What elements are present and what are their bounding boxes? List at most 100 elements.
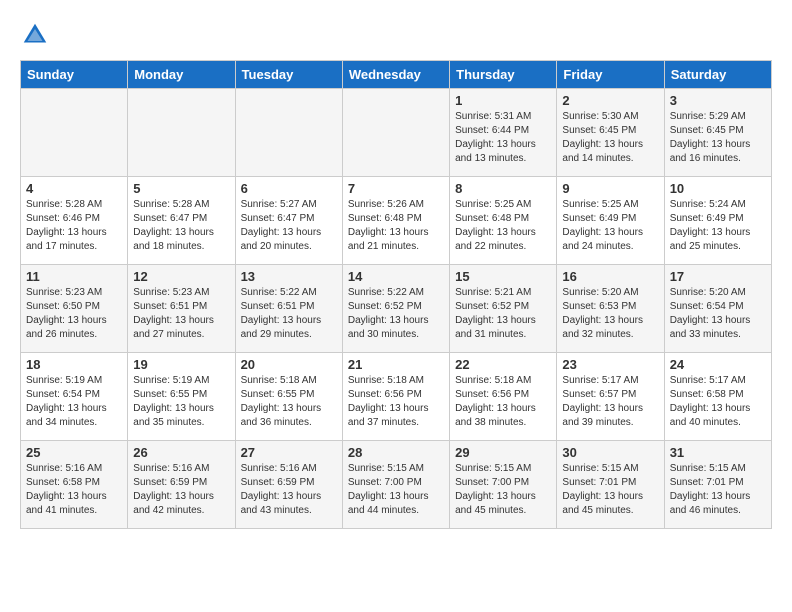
day-number: 16	[562, 269, 658, 284]
calendar-cell: 11 Sunrise: 5:23 AM Sunset: 6:50 PM Dayli…	[21, 265, 128, 353]
day-number: 13	[241, 269, 337, 284]
day-number: 5	[133, 181, 229, 196]
calendar-cell: 20 Sunrise: 5:18 AM Sunset: 6:55 PM Dayli…	[235, 353, 342, 441]
calendar-table: SundayMondayTuesdayWednesdayThursdayFrid…	[20, 60, 772, 529]
calendar-header: SundayMondayTuesdayWednesdayThursdayFrid…	[21, 61, 772, 89]
day-info: Sunrise: 5:18 AM Sunset: 6:56 PM Dayligh…	[348, 374, 444, 430]
day-number: 30	[562, 445, 658, 460]
day-number: 31	[670, 445, 766, 460]
day-info: Sunrise: 5:26 AM Sunset: 6:48 PM Dayligh…	[348, 198, 444, 254]
day-number: 20	[241, 357, 337, 372]
day-of-week-header: Wednesday	[342, 61, 449, 89]
day-number: 7	[348, 181, 444, 196]
calendar-cell	[128, 89, 235, 177]
day-info: Sunrise: 5:24 AM Sunset: 6:49 PM Dayligh…	[670, 198, 766, 254]
calendar-week-row: 11 Sunrise: 5:23 AM Sunset: 6:50 PM Dayli…	[21, 265, 772, 353]
day-info: Sunrise: 5:16 AM Sunset: 6:59 PM Dayligh…	[241, 462, 337, 518]
calendar-cell: 4Sunrise: 5:28 AM Sunset: 6:46 PM Daylig…	[21, 177, 128, 265]
calendar-cell: 1 Sunrise: 5:31 AM Sunset: 6:44 PM Daylig…	[450, 89, 557, 177]
calendar-cell: 8 Sunrise: 5:25 AM Sunset: 6:48 PM Daylig…	[450, 177, 557, 265]
day-info: Sunrise: 5:17 AM Sunset: 6:58 PM Dayligh…	[670, 374, 766, 430]
calendar-cell	[21, 89, 128, 177]
calendar-cell: 31 Sunrise: 5:15 AM Sunset: 7:01 PM Dayli…	[664, 441, 771, 529]
day-number: 19	[133, 357, 229, 372]
calendar-cell: 7 Sunrise: 5:26 AM Sunset: 6:48 PM Daylig…	[342, 177, 449, 265]
day-number: 4	[26, 181, 122, 196]
day-of-week-header: Friday	[557, 61, 664, 89]
calendar-week-row: 18 Sunrise: 5:19 AM Sunset: 6:54 PM Dayli…	[21, 353, 772, 441]
day-number: 24	[670, 357, 766, 372]
day-number: 25	[26, 445, 122, 460]
day-number: 27	[241, 445, 337, 460]
day-info: Sunrise: 5:18 AM Sunset: 6:55 PM Dayligh…	[241, 374, 337, 430]
day-of-week-header: Thursday	[450, 61, 557, 89]
calendar-cell: 17Sunrise: 5:20 AM Sunset: 6:54 PM Dayli…	[664, 265, 771, 353]
calendar-cell: 3 Sunrise: 5:29 AM Sunset: 6:45 PM Daylig…	[664, 89, 771, 177]
day-info: Sunrise: 5:23 AM Sunset: 6:51 PM Dayligh…	[133, 286, 229, 342]
day-number: 8	[455, 181, 551, 196]
calendar-cell: 30 Sunrise: 5:15 AM Sunset: 7:01 PM Dayli…	[557, 441, 664, 529]
day-info: Sunrise: 5:15 AM Sunset: 7:01 PM Dayligh…	[562, 462, 658, 518]
day-info: Sunrise: 5:31 AM Sunset: 6:44 PM Dayligh…	[455, 110, 551, 166]
day-info: Sunrise: 5:23 AM Sunset: 6:50 PM Dayligh…	[26, 286, 122, 342]
day-number: 21	[348, 357, 444, 372]
calendar-week-row: 4Sunrise: 5:28 AM Sunset: 6:46 PM Daylig…	[21, 177, 772, 265]
day-number: 15	[455, 269, 551, 284]
logo	[20, 20, 54, 50]
day-number: 22	[455, 357, 551, 372]
day-number: 1	[455, 93, 551, 108]
day-info: Sunrise: 5:25 AM Sunset: 6:48 PM Dayligh…	[455, 198, 551, 254]
day-number: 2	[562, 93, 658, 108]
day-info: Sunrise: 5:27 AM Sunset: 6:47 PM Dayligh…	[241, 198, 337, 254]
calendar-cell: 16 Sunrise: 5:20 AM Sunset: 6:53 PM Dayli…	[557, 265, 664, 353]
calendar-cell	[342, 89, 449, 177]
calendar-cell: 15 Sunrise: 5:21 AM Sunset: 6:52 PM Dayli…	[450, 265, 557, 353]
day-number: 23	[562, 357, 658, 372]
calendar-cell: 27 Sunrise: 5:16 AM Sunset: 6:59 PM Dayli…	[235, 441, 342, 529]
day-info: Sunrise: 5:22 AM Sunset: 6:51 PM Dayligh…	[241, 286, 337, 342]
page-header	[20, 20, 772, 50]
calendar-body: 1 Sunrise: 5:31 AM Sunset: 6:44 PM Daylig…	[21, 89, 772, 529]
calendar-cell: 21 Sunrise: 5:18 AM Sunset: 6:56 PM Dayli…	[342, 353, 449, 441]
day-of-week-header: Tuesday	[235, 61, 342, 89]
calendar-cell: 19Sunrise: 5:19 AM Sunset: 6:55 PM Dayli…	[128, 353, 235, 441]
calendar-cell: 13 Sunrise: 5:22 AM Sunset: 6:51 PM Dayli…	[235, 265, 342, 353]
day-number: 6	[241, 181, 337, 196]
day-info: Sunrise: 5:20 AM Sunset: 6:54 PM Dayligh…	[670, 286, 766, 342]
day-of-week-header: Sunday	[21, 61, 128, 89]
day-of-week-header: Monday	[128, 61, 235, 89]
calendar-cell: 12Sunrise: 5:23 AM Sunset: 6:51 PM Dayli…	[128, 265, 235, 353]
day-info: Sunrise: 5:15 AM Sunset: 7:00 PM Dayligh…	[455, 462, 551, 518]
day-info: Sunrise: 5:16 AM Sunset: 6:59 PM Dayligh…	[133, 462, 229, 518]
day-number: 11	[26, 269, 122, 284]
day-info: Sunrise: 5:15 AM Sunset: 7:01 PM Dayligh…	[670, 462, 766, 518]
day-info: Sunrise: 5:17 AM Sunset: 6:57 PM Dayligh…	[562, 374, 658, 430]
day-info: Sunrise: 5:22 AM Sunset: 6:52 PM Dayligh…	[348, 286, 444, 342]
calendar-week-row: 25 Sunrise: 5:16 AM Sunset: 6:58 PM Dayli…	[21, 441, 772, 529]
calendar-cell: 29 Sunrise: 5:15 AM Sunset: 7:00 PM Dayli…	[450, 441, 557, 529]
calendar-cell: 2Sunrise: 5:30 AM Sunset: 6:45 PM Daylig…	[557, 89, 664, 177]
day-info: Sunrise: 5:19 AM Sunset: 6:54 PM Dayligh…	[26, 374, 122, 430]
day-number: 29	[455, 445, 551, 460]
day-of-week-header: Saturday	[664, 61, 771, 89]
day-number: 14	[348, 269, 444, 284]
calendar-cell	[235, 89, 342, 177]
calendar-cell: 10 Sunrise: 5:24 AM Sunset: 6:49 PM Dayli…	[664, 177, 771, 265]
calendar-cell: 14 Sunrise: 5:22 AM Sunset: 6:52 PM Dayli…	[342, 265, 449, 353]
calendar-cell: 25 Sunrise: 5:16 AM Sunset: 6:58 PM Dayli…	[21, 441, 128, 529]
logo-icon	[20, 20, 50, 50]
calendar-cell: 28Sunrise: 5:15 AM Sunset: 7:00 PM Dayli…	[342, 441, 449, 529]
day-number: 26	[133, 445, 229, 460]
calendar-week-row: 1 Sunrise: 5:31 AM Sunset: 6:44 PM Daylig…	[21, 89, 772, 177]
day-info: Sunrise: 5:21 AM Sunset: 6:52 PM Dayligh…	[455, 286, 551, 342]
day-number: 3	[670, 93, 766, 108]
day-number: 10	[670, 181, 766, 196]
day-info: Sunrise: 5:20 AM Sunset: 6:53 PM Dayligh…	[562, 286, 658, 342]
day-info: Sunrise: 5:25 AM Sunset: 6:49 PM Dayligh…	[562, 198, 658, 254]
calendar-cell: 22Sunrise: 5:18 AM Sunset: 6:56 PM Dayli…	[450, 353, 557, 441]
calendar-cell: 6 Sunrise: 5:27 AM Sunset: 6:47 PM Daylig…	[235, 177, 342, 265]
day-number: 18	[26, 357, 122, 372]
day-info: Sunrise: 5:16 AM Sunset: 6:58 PM Dayligh…	[26, 462, 122, 518]
day-info: Sunrise: 5:29 AM Sunset: 6:45 PM Dayligh…	[670, 110, 766, 166]
calendar-cell: 9Sunrise: 5:25 AM Sunset: 6:49 PM Daylig…	[557, 177, 664, 265]
